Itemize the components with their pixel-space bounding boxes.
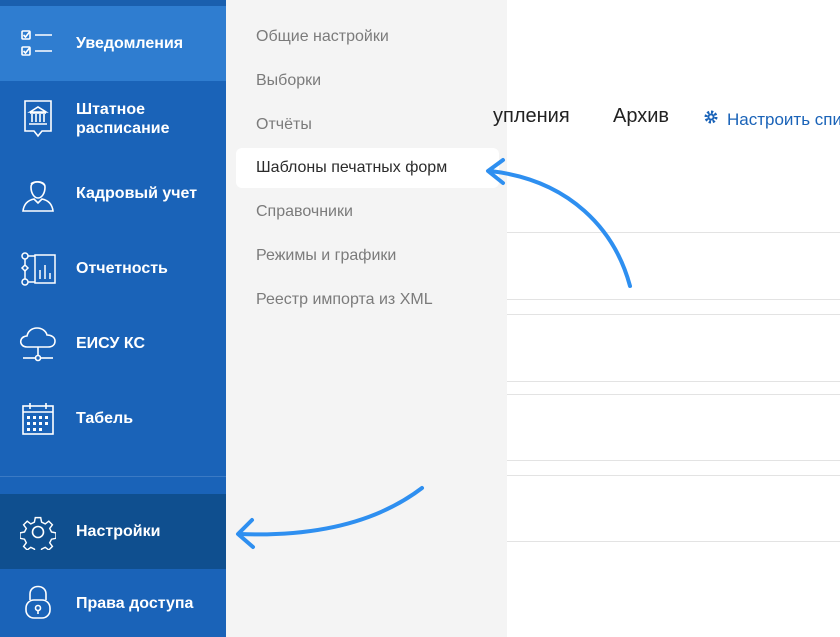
submenu-item-reports[interactable]: Отчёты (226, 105, 499, 145)
settings-submenu: Общие настройки Выборки Отчёты Шаблоны п… (226, 0, 507, 637)
submenu-item-label: Выборки (256, 72, 322, 89)
submenu-item-modes-schedules[interactable]: Режимы и графики (226, 236, 499, 276)
sidebar-item-settings[interactable]: Настройки (0, 494, 226, 569)
sidebar-item-label-line1: Штатное (76, 100, 145, 118)
submenu-item-label: Справочники (256, 203, 353, 220)
sidebar-item-timesheet[interactable]: Табель (0, 381, 226, 456)
tab-archive[interactable]: Архив (613, 105, 669, 128)
sidebar-item-label: Уведомления (76, 35, 184, 52)
sidebar: Уведомления Штатное расписание Кадровый … (0, 0, 226, 637)
submenu-item-label: Шаблоны печатных форм (256, 159, 448, 176)
row-divider (507, 460, 840, 461)
gear-icon (703, 109, 719, 130)
submenu-item-label: Общие настройки (256, 28, 389, 45)
lock-icon (18, 583, 58, 623)
row-divider (507, 381, 840, 382)
sidebar-item-label: ЕИСУ КС (76, 335, 146, 352)
configure-list-link[interactable]: Настроить спи (703, 109, 840, 130)
sidebar-divider (0, 476, 226, 477)
submenu-item-directories[interactable]: Справочники (226, 192, 499, 232)
submenu-item-selections[interactable]: Выборки (226, 61, 499, 101)
arrow-to-print-templates (488, 169, 632, 288)
sidebar-item-notifications[interactable]: Уведомления (0, 6, 226, 81)
submenu-item-label: Отчёты (256, 116, 312, 133)
submenu-item-general-settings[interactable]: Общие настройки (226, 17, 499, 57)
sidebar-item-label: Табель (76, 410, 134, 427)
sidebar-item-staff-schedule[interactable]: Штатное расписание (0, 81, 226, 156)
sidebar-item-label: Права доступа (76, 594, 194, 612)
sidebar-item-reports[interactable]: Отчетность (0, 231, 226, 306)
report-flow-icon (18, 249, 58, 289)
building-document-icon (18, 99, 58, 139)
sidebar-item-label: Штатное расписание (76, 100, 169, 138)
sidebar-item-label: Отчетность (76, 260, 168, 277)
gear-icon (18, 512, 58, 552)
row-divider (507, 232, 840, 233)
submenu-item-print-templates[interactable]: Шаблоны печатных форм (236, 148, 499, 188)
cloud-network-icon (18, 324, 58, 364)
row-divider (507, 475, 840, 476)
submenu-item-label: Реестр импорта из XML (256, 291, 433, 308)
row-divider (507, 314, 840, 315)
row-divider (507, 299, 840, 300)
configure-list-label: Настроить спи (727, 109, 840, 129)
sidebar-item-hr[interactable]: Кадровый учет (0, 156, 226, 231)
sidebar-item-label-line2: расписание (76, 119, 170, 137)
submenu-item-xml-import-registry[interactable]: Реестр импорта из XML (226, 280, 499, 320)
sidebar-item-label: Настройки (76, 523, 161, 540)
sidebar-item-label: Кадровый учет (76, 185, 198, 202)
checklist-icon (18, 24, 58, 64)
row-divider (507, 394, 840, 395)
calendar-icon (18, 399, 58, 439)
submenu-item-label: Режимы и графики (256, 247, 397, 264)
row-divider (507, 541, 840, 542)
tab-received[interactable]: упления (493, 105, 570, 128)
sidebar-item-access-rights[interactable]: Права доступа (0, 569, 226, 637)
sidebar-item-eisu-ks[interactable]: ЕИСУ КС (0, 306, 226, 381)
person-icon (18, 174, 58, 214)
